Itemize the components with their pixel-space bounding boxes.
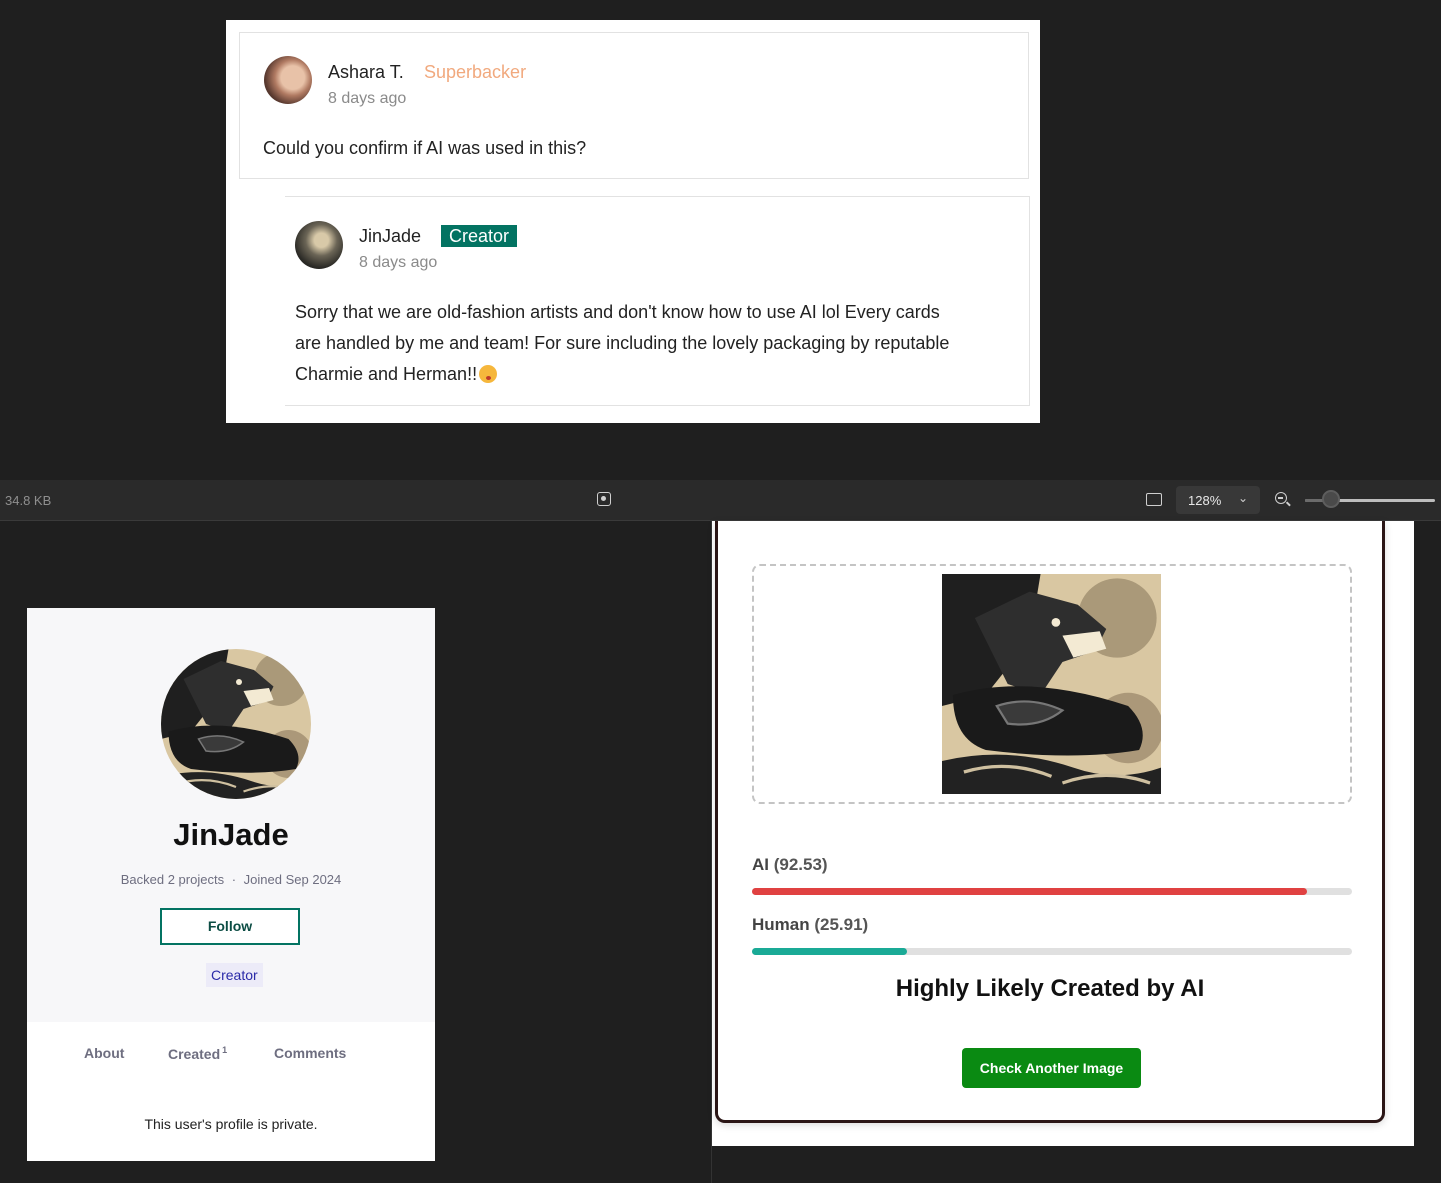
backed-count: Backed 2 projects — [120, 872, 225, 887]
superbacker-badge: Superbacker — [424, 62, 527, 82]
avatar — [264, 56, 312, 104]
reply-card: JinJade Creator 8 days ago Sorry that we… — [285, 196, 1030, 406]
human-score-fill — [752, 948, 908, 955]
private-profile-message: This user's profile is private. — [144, 1116, 318, 1132]
human-score-bar — [752, 948, 1352, 955]
comment-text: Could you confirm if AI was used in this… — [263, 138, 587, 158]
tab-created-label: Created — [168, 1046, 221, 1062]
comment-timestamp: 8 days ago — [328, 90, 407, 107]
comment-card: Ashara T. Superbacker 8 days ago Could y… — [239, 32, 1029, 179]
check-another-image-button[interactable]: Check Another Image — [962, 1048, 1141, 1088]
reply-line-text: Charmie and Herman!! — [295, 364, 478, 384]
reply-author[interactable]: JinJade — [359, 226, 421, 247]
tab-created[interactable]: Created 1 — [168, 1045, 227, 1062]
reply-text: Sorry that we are old-fashion artists an… — [295, 297, 1015, 390]
file-size: 34.8 KB — [5, 493, 52, 508]
chevron-down-icon: ⌄ — [1237, 491, 1248, 505]
joined-date: Joined Sep 2024 — [243, 872, 342, 887]
ai-score-label: AI (92.53) — [752, 855, 828, 875]
zoom-level-select[interactable]: 128% ⌄ — [1176, 486, 1260, 514]
profile-card: JinJade Backed 2 projects · Joined Sep 2… — [27, 608, 435, 1161]
human-label: Human — [752, 915, 810, 934]
zoom-value: 128% — [1188, 493, 1222, 508]
tab-comments[interactable]: Comments — [274, 1045, 346, 1061]
uploaded-image — [942, 574, 1161, 794]
human-score: (25.91) — [814, 915, 869, 934]
ai-score: (92.53) — [773, 855, 828, 874]
tab-about[interactable]: About — [84, 1045, 124, 1061]
ai-detector-card: AI (92.53) Human (25.91) Highly Likely C… — [715, 521, 1385, 1123]
kissing-face-emoji-icon — [479, 365, 498, 383]
comment-author[interactable]: Ashara T. — [328, 62, 404, 83]
ai-label: AI — [752, 855, 769, 874]
follow-button[interactable]: Follow — [160, 908, 300, 945]
reply-line: Sorry that we are old-fashion artists an… — [295, 302, 940, 322]
creator-badge: Creator — [441, 225, 518, 247]
reply-timestamp: 8 days ago — [359, 254, 438, 271]
comment-thread-screenshot: Ashara T. Superbacker 8 days ago Could y… — [226, 20, 1040, 423]
reply-line: are handled by me and team! For sure inc… — [295, 333, 950, 353]
profile-name: JinJade — [173, 817, 289, 852]
profile-meta: Backed 2 projects · Joined Sep 2024 — [27, 872, 435, 887]
focus-icon[interactable] — [597, 492, 611, 506]
reply-line: Charmie and Herman!! — [295, 359, 1015, 390]
image-viewer-toolbar: 34.8 KB 128% ⌄ — [0, 480, 1441, 521]
zoom-out-icon[interactable] — [1275, 492, 1287, 504]
fit-to-screen-icon[interactable] — [1146, 493, 1162, 506]
ai-score-fill — [752, 888, 1308, 895]
verdict-text: Highly Likely Created by AI — [895, 975, 1205, 1002]
meta-separator: · — [231, 872, 237, 887]
avatar — [295, 221, 343, 269]
human-score-label: Human (25.91) — [752, 915, 868, 935]
image-drop-zone[interactable] — [752, 564, 1352, 804]
creator-tag: Creator — [206, 963, 263, 987]
zoom-slider-thumb[interactable] — [1322, 490, 1340, 508]
avatar — [161, 649, 311, 799]
tab-created-count: 1 — [222, 1045, 228, 1055]
ai-score-bar — [752, 888, 1352, 895]
